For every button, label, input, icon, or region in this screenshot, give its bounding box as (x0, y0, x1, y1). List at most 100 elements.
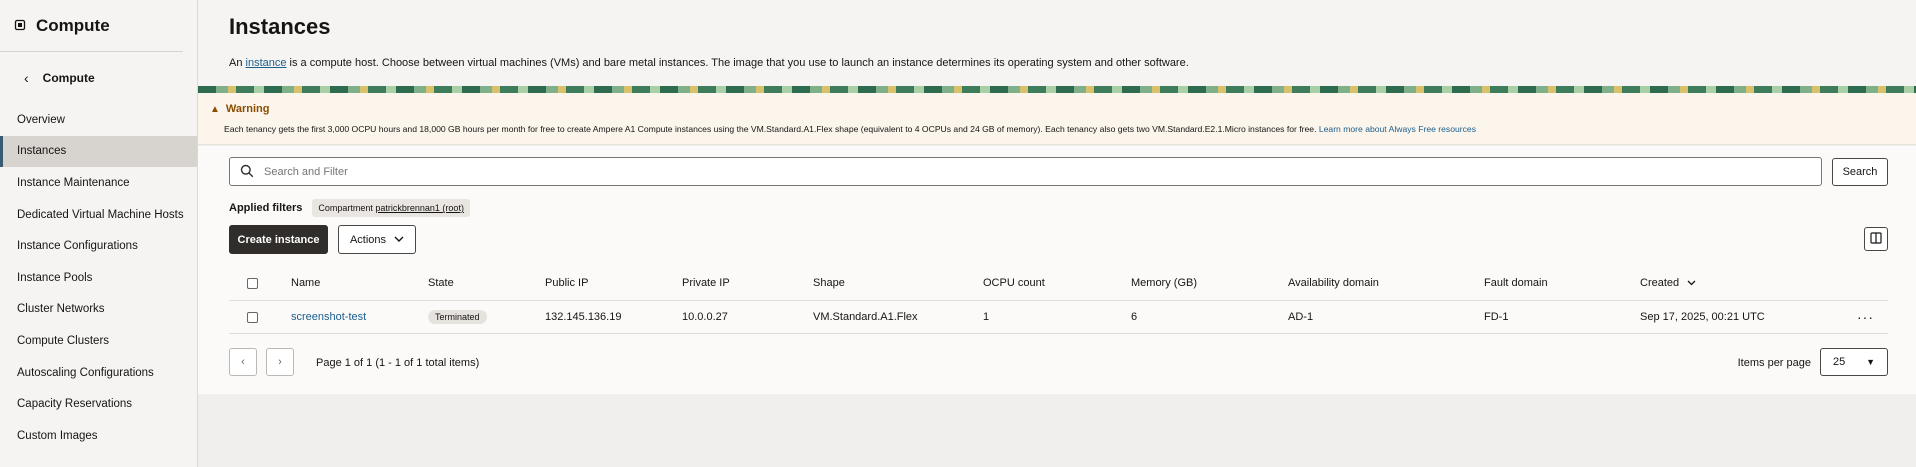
sidebar-item-label: Instance Configurations (17, 240, 138, 253)
instances-panel: Search Applied filters Compartment patri… (198, 146, 1916, 394)
chevron-left-icon: ‹ (241, 356, 245, 368)
sidebar-back-link[interactable]: ‹ Compute (0, 52, 197, 104)
always-free-link[interactable]: Learn more about Always Free resources (1319, 124, 1476, 134)
table-row: screenshot-test Terminated 132.145.136.1… (229, 301, 1888, 334)
sort-descending-icon (1687, 277, 1696, 289)
sidebar-item-label: Instances (17, 145, 67, 158)
warning-title-text: Warning (225, 103, 270, 115)
warning-text: Each tenancy gets the first 3,000 OCPU h… (224, 124, 1476, 134)
column-header-shape[interactable]: Shape (813, 266, 845, 300)
row-checkbox[interactable] (247, 311, 258, 323)
select-all-cell (247, 266, 258, 300)
sidebar-item-compute-clusters[interactable]: Compute Clusters (0, 325, 197, 357)
chevron-left-icon: ‹ (24, 70, 29, 86)
sidebar-item-label: Cluster Networks (17, 303, 105, 316)
column-header-ocpu[interactable]: OCPU count (983, 266, 1045, 300)
column-header-created[interactable]: Created (1640, 266, 1696, 300)
page-title: Instances (229, 14, 331, 39)
column-header-public-ip[interactable]: Public IP (545, 266, 588, 300)
table-header-row: Name State Public IP Private IP Shape OC… (229, 266, 1888, 301)
instance-name-link[interactable]: screenshot-test (291, 311, 366, 323)
sidebar-item-custom-images[interactable]: Custom Images (0, 420, 197, 452)
warning-message: ▲ Warning Each tenancy gets the first 3,… (198, 93, 1916, 145)
search-button[interactable]: Search (1832, 158, 1888, 186)
sidebar-item-label: Instance Pools (17, 271, 93, 284)
sidebar-item-label: Instance Maintenance (17, 176, 130, 189)
column-header-availability-domain[interactable]: Availability domain (1288, 266, 1379, 300)
page-description: An instance is a compute host. Choose be… (229, 57, 1189, 69)
next-page-button[interactable]: › (266, 348, 294, 376)
items-per-page-value: 25 (1833, 356, 1846, 368)
state-cell: Terminated (428, 301, 487, 333)
column-header-memory[interactable]: Memory (GB) (1131, 266, 1197, 300)
sidebar-item-label: Capacity Reservations (17, 398, 133, 411)
status-badge: Terminated (428, 310, 487, 324)
select-all-checkbox[interactable] (247, 277, 258, 289)
sidebar-item-label: Custom Images (17, 429, 98, 442)
memory-cell: 6 (1131, 311, 1138, 323)
more-options-icon: ··· (1857, 309, 1874, 325)
search-icon (240, 164, 256, 180)
fault-domain-cell: FD-1 (1484, 311, 1509, 323)
created-header-label: Created (1640, 277, 1680, 289)
instance-name-cell: screenshot-test (291, 301, 366, 333)
instances-table: Name State Public IP Private IP Shape OC… (229, 266, 1888, 334)
sidebar-item-overview[interactable]: Overview (0, 104, 197, 136)
sidebar-item-label: Autoscaling Configurations (17, 366, 154, 379)
column-settings-button[interactable] (1864, 227, 1888, 251)
applied-filters-label: Applied filters (229, 202, 303, 214)
availability-domain-cell: AD-1 (1288, 311, 1314, 323)
row-select-cell (247, 301, 258, 333)
sidebar-item-dedicated-vm-hosts[interactable]: Dedicated Virtual Machine Hosts (0, 199, 197, 231)
sidebar-item-label: Overview (17, 113, 65, 126)
sidebar-title: Compute (36, 15, 110, 35)
row-actions-menu[interactable]: ··· (1857, 301, 1874, 333)
shape-cell: VM.Standard.A1.Flex (813, 311, 918, 323)
caret-down-icon: ▼ (1866, 357, 1875, 367)
ocpu-cell: 1 (983, 311, 990, 323)
main-content: Instances An instance is a compute host.… (198, 0, 1916, 467)
applied-filters: Applied filters Compartment patrickbrenn… (229, 199, 470, 217)
pagination: ‹ › Page 1 of 1 (1 - 1 of 1 total items)… (229, 339, 1888, 379)
sidebar: Compute ‹ Compute Overview Instances Ins… (0, 0, 198, 467)
search-field[interactable] (229, 157, 1822, 186)
description-suffix: is a compute host. Choose between virtua… (286, 57, 1189, 69)
sidebar-header: Compute (0, 0, 183, 52)
items-per-page-select[interactable]: 25 ▼ (1820, 348, 1888, 376)
items-per-page-label: Items per page (1737, 357, 1811, 369)
search-input[interactable] (264, 165, 1821, 178)
warning-title: ▲ Warning (210, 103, 270, 115)
chevron-right-icon: › (278, 356, 282, 368)
sidebar-item-instance-maintenance[interactable]: Instance Maintenance (0, 167, 197, 199)
sidebar-item-instances[interactable]: Instances (0, 135, 197, 168)
previous-page-button[interactable]: ‹ (229, 348, 257, 376)
create-instance-button[interactable]: Create instance (229, 225, 328, 254)
columns-icon (1870, 231, 1882, 247)
pagination-status: Page 1 of 1 (1 - 1 of 1 total items) (316, 357, 480, 369)
column-header-private-ip[interactable]: Private IP (682, 266, 730, 300)
description-prefix: An (229, 57, 246, 69)
chevron-down-icon (394, 234, 404, 245)
private-ip-cell: 10.0.0.27 (682, 311, 728, 323)
warning-icon: ▲ (210, 103, 220, 115)
sidebar-back-label: Compute (42, 71, 95, 85)
instance-doc-link[interactable]: instance (246, 57, 287, 69)
decorative-banner (198, 86, 1916, 93)
filter-chip-value[interactable]: patrickbrennan1 (root) (375, 203, 464, 213)
page-header: Instances An instance is a compute host.… (198, 0, 1916, 86)
column-header-fault-domain[interactable]: Fault domain (1484, 266, 1548, 300)
actions-menu-button[interactable]: Actions (338, 225, 416, 254)
sidebar-item-cluster-networks[interactable]: Cluster Networks (0, 294, 197, 326)
sidebar-item-label: Dedicated Virtual Machine Hosts (17, 208, 184, 221)
sidebar-item-instance-pools[interactable]: Instance Pools (0, 262, 197, 294)
column-header-name[interactable]: Name (291, 266, 320, 300)
column-header-state[interactable]: State (428, 266, 454, 300)
sidebar-item-autoscaling-configurations[interactable]: Autoscaling Configurations (0, 357, 197, 389)
sidebar-item-capacity-reservations[interactable]: Capacity Reservations (0, 388, 197, 420)
filter-chip-compartment[interactable]: Compartment patrickbrennan1 (root) (312, 199, 470, 217)
actions-label: Actions (349, 233, 387, 246)
sidebar-item-label: Compute Clusters (17, 334, 110, 347)
sidebar-item-instance-configurations[interactable]: Instance Configurations (0, 230, 197, 262)
created-cell: Sep 17, 2025, 00:21 UTC (1640, 311, 1765, 323)
filter-chip-key: Compartment (318, 203, 373, 213)
